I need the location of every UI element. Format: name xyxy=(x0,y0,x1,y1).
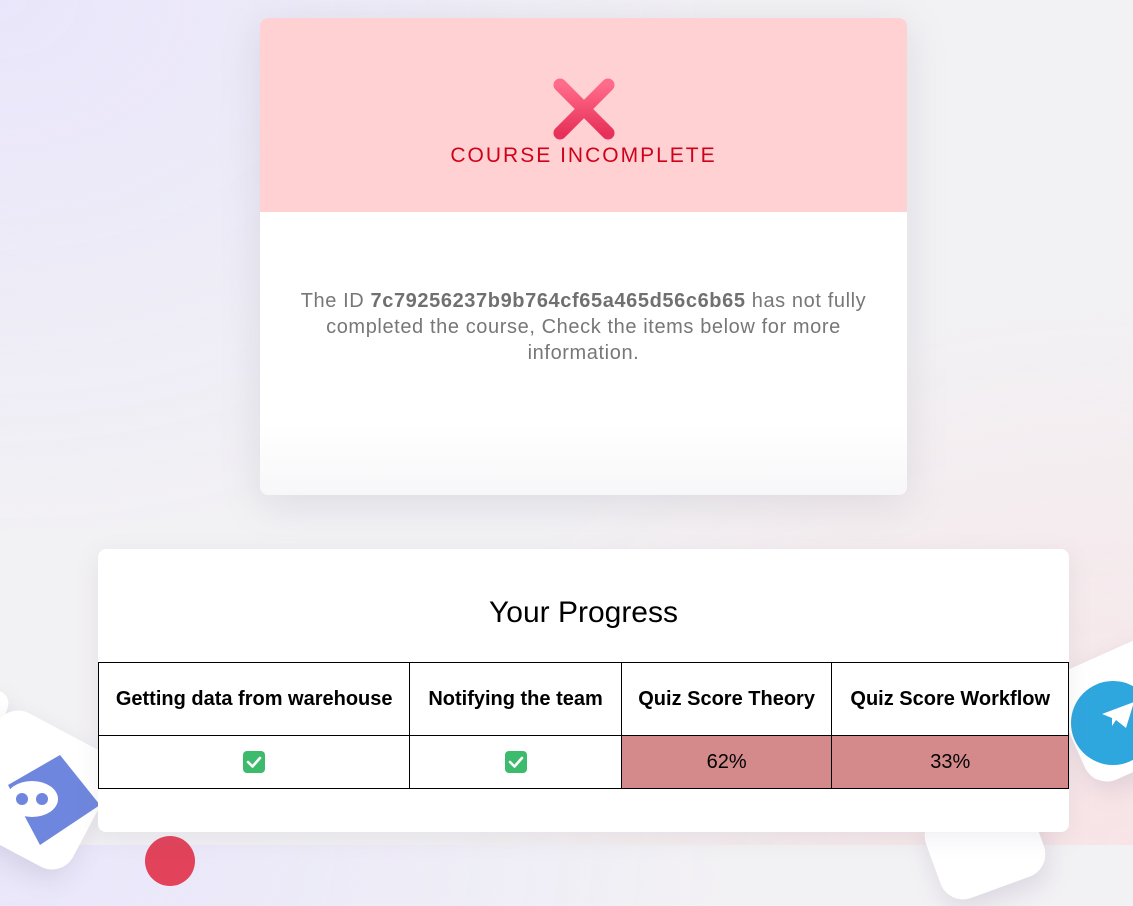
notify-status-cell xyxy=(409,735,622,789)
status-title: COURSE INCOMPLETE xyxy=(450,144,717,167)
progress-table: Getting data from warehouse Notifying th… xyxy=(97,662,1069,789)
status-message: The ID 7c79256237b9b764cf65a465d56c6b65 … xyxy=(300,288,867,366)
progress-card: Your Progress Getting data from warehous… xyxy=(97,549,1069,832)
discord-icon xyxy=(6,755,100,845)
table-header-row: Getting data from warehouse Notifying th… xyxy=(97,662,1069,736)
column-header: Notifying the team xyxy=(409,662,622,736)
status-header: COURSE INCOMPLETE xyxy=(260,18,907,212)
quiz-workflow-score: 33% xyxy=(831,735,1069,789)
column-header: Quiz Score Workflow xyxy=(831,662,1069,736)
check-box-icon xyxy=(504,751,527,774)
warehouse-status-cell xyxy=(97,735,411,789)
telegram-plane-icon xyxy=(1102,702,1133,728)
column-header: Quiz Score Theory xyxy=(620,662,833,736)
x-icon xyxy=(553,78,615,140)
background-tile-red xyxy=(145,836,195,886)
status-card: COURSE INCOMPLETE The ID 7c79256237b9b76… xyxy=(260,18,907,495)
message-prefix: The ID xyxy=(300,290,371,312)
table-row: 62% 33% xyxy=(97,735,1069,789)
column-header: Getting data from warehouse xyxy=(97,662,411,736)
user-id: 7c79256237b9b764cf65a465d56c6b65 xyxy=(370,290,746,312)
quiz-theory-score: 62% xyxy=(620,735,833,789)
check-box-icon xyxy=(243,751,266,774)
progress-title: Your Progress xyxy=(489,596,678,629)
